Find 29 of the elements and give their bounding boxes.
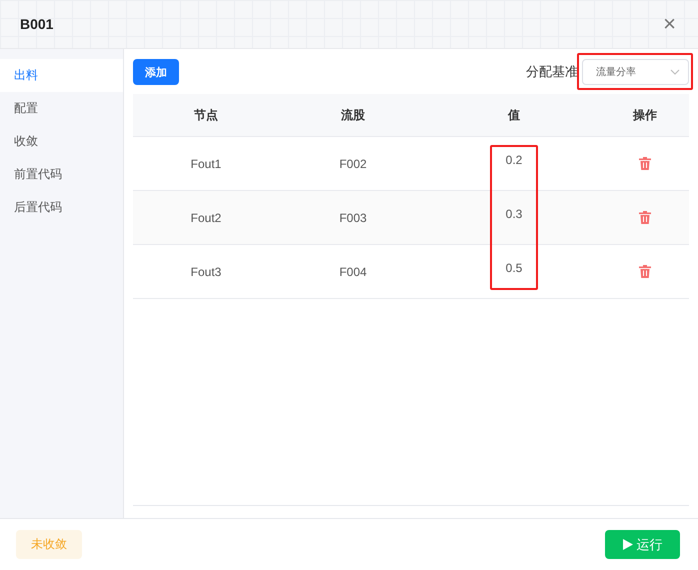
- sidebar-item[interactable]: 收敛: [0, 125, 123, 158]
- table-cell-text: Fout1: [190, 156, 222, 170]
- column-header: 值: [506, 106, 521, 124]
- sidebar-item[interactable]: 后置代码: [0, 191, 123, 224]
- status-badge: 未收敛: [16, 530, 82, 559]
- table-cell-text: F004: [338, 264, 368, 278]
- table-cell-text: Fout2: [190, 210, 222, 224]
- trash-icon[interactable]: [639, 157, 651, 170]
- column-header: 流股: [340, 106, 366, 124]
- sidebar-item[interactable]: 出料: [0, 59, 123, 92]
- add-button[interactable]: 添加: [133, 59, 179, 85]
- trash-icon[interactable]: [639, 211, 651, 224]
- table-cell-text: 0.3: [504, 206, 524, 220]
- trash-icon[interactable]: [639, 265, 651, 278]
- sidebar-item[interactable]: 前置代码: [0, 158, 123, 191]
- play-icon: [622, 539, 632, 550]
- basis-label: 分配基准: [526, 64, 578, 81]
- chevron-down-icon: [670, 69, 680, 75]
- column-header: 操作: [632, 106, 658, 124]
- table-cell-text: 0.2: [504, 152, 524, 166]
- dialog-title: B001: [20, 16, 54, 32]
- table-cell-text: F003: [338, 210, 368, 224]
- column-header: 节点: [193, 106, 219, 124]
- sidebar-item[interactable]: 配置: [0, 92, 123, 125]
- table-cell-text: 0.5: [504, 260, 524, 274]
- close-button[interactable]: ×: [663, 13, 676, 35]
- table-cell-text: Fout3: [190, 264, 222, 278]
- basis-select[interactable]: 流量分率: [582, 59, 689, 85]
- table-cell-text: F002: [338, 156, 368, 170]
